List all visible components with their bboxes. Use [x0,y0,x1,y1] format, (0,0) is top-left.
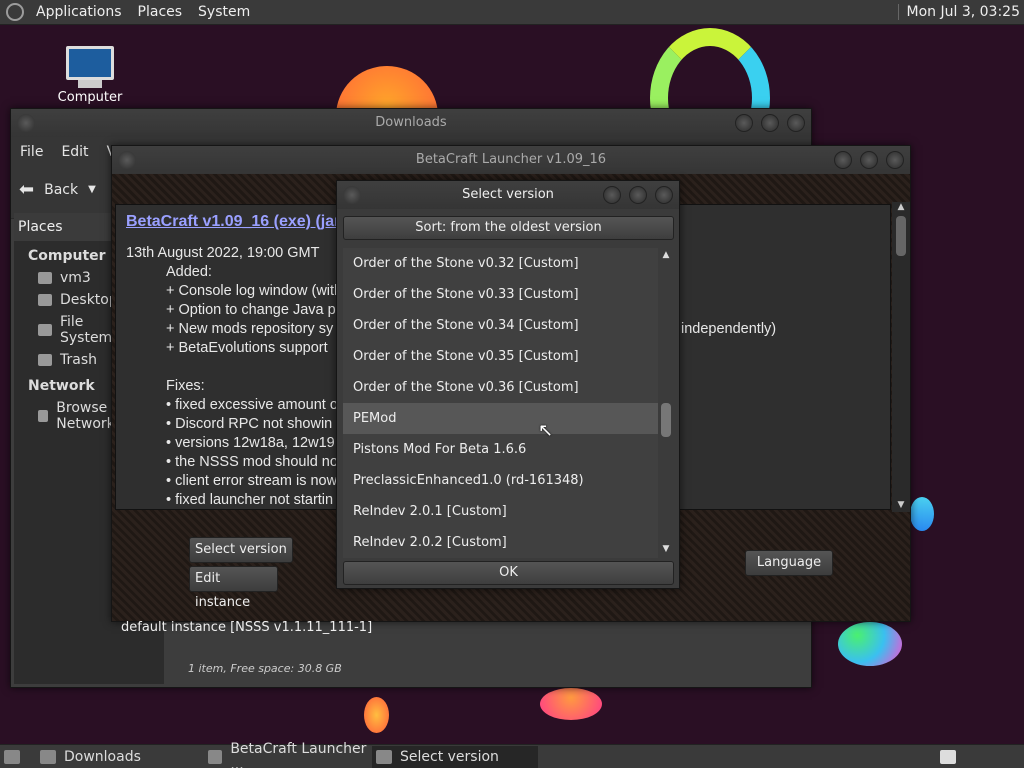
back-arrow-icon: ⬅ [19,179,35,200]
changelog-line: + Console log window (with [166,283,343,299]
menu-edit[interactable]: Edit [52,144,97,160]
network-icon [38,410,49,422]
list-item[interactable]: Order of the Stone v0.35 [Custom] [343,341,658,372]
window-title: BetaCraft Launcher v1.09_16 [415,152,607,167]
list-item[interactable]: ReIndev 2.0.1 [Custom] [343,496,658,527]
changelog-line: • versions 12w18a, 12w19 [166,435,335,451]
menu-system[interactable]: System [190,4,258,20]
maximize-button[interactable] [860,151,878,169]
list-item[interactable]: PreclassicEnhanced1.0 (rd-161348) [343,465,658,496]
chevron-down-icon[interactable]: ▼ [88,184,96,195]
taskbar: Downloads BetaCraft Launcher ... Select … [0,741,1024,768]
menu-applications[interactable]: Applications [28,4,130,20]
sort-button[interactable]: Sort: from the oldest version [343,216,674,240]
changelog-line: • Discord RPC not showin [166,416,333,432]
scroll-up-icon[interactable]: ▲ [658,250,674,262]
distro-logo-icon[interactable] [6,3,24,21]
show-desktop-icon [4,750,20,764]
changelog-date: 13th August 2022, 19:00 GMT [126,245,320,261]
instance-label: default instance [NSSS v1.1.11_111-1] [121,620,373,635]
desktop-small-blob [364,697,389,733]
scroll-up-icon[interactable]: ▲ [892,202,910,214]
ok-button[interactable]: OK [343,561,674,585]
changelog-line: • the NSSS mod should no [166,454,338,470]
taskbar-item-select-version[interactable]: Select version [372,746,538,768]
back-button[interactable]: ⬅ Back ▼ [19,179,96,200]
window-title: Downloads [375,115,447,130]
edit-instance-button[interactable]: Edit instance [189,566,278,610]
select-version-button[interactable]: Select version [189,537,293,563]
show-desktop-button[interactable] [0,746,28,768]
changelog-line: • fixed launcher not startin [166,492,334,508]
window-menu-icon[interactable] [17,114,35,132]
close-button[interactable] [787,114,805,132]
dialog-title: Select version [462,187,554,202]
list-item[interactable]: Order of the Stone v0.33 [Custom] [343,279,658,310]
changelog-line: • fixed excessive amount o [166,397,338,413]
desktop-icon-label: Computer [57,90,123,105]
taskbar-item-downloads[interactable]: Downloads [36,746,200,768]
window-menu-icon[interactable] [343,186,361,204]
changelog-partial-text: independently) [681,321,777,337]
trash-icon [38,354,52,366]
scroll-down-icon[interactable]: ▼ [892,500,910,512]
home-folder-icon [38,272,52,284]
close-button[interactable] [655,186,673,204]
list-item-selected[interactable]: PEMod [343,403,658,434]
folder-icon [40,750,56,764]
window-menu-icon[interactable] [118,151,136,169]
menu-file[interactable]: File [11,144,52,160]
close-button[interactable] [886,151,904,169]
changelog-line: + New mods repository sy [166,321,334,337]
version-list: Order of the Stone v0.32 [Custom] Order … [343,248,658,558]
desktop-folder-icon [38,294,52,306]
taskbar-item-betacraft[interactable]: BetaCraft Launcher ... [204,741,368,768]
mouse-cursor-icon: ↖ [538,420,554,441]
desktop-pink-blob [540,688,602,720]
menu-places[interactable]: Places [130,4,191,20]
select-version-titlebar[interactable]: Select version [337,181,679,209]
changelog-line: Fixes: [166,378,205,394]
desktop-icon-computer[interactable]: Computer [55,46,125,105]
workspace-icon [940,750,956,764]
status-bar: 1 item, Free space: 30.8 GB [188,662,342,675]
workspace-switcher[interactable] [936,746,958,768]
betacraft-icon [208,750,223,764]
changelog-line: + BetaEvolutions support [166,340,328,356]
top-panel: Applications Places System Mon Jul 3, 03… [0,0,1024,25]
select-version-body: Sort: from the oldest version Order of t… [337,209,679,588]
scrollbar-thumb[interactable] [661,403,671,437]
maximize-button[interactable] [629,186,647,204]
scrollbar-thumb[interactable] [896,216,906,256]
changelog-line: Added: [166,264,212,280]
desktop-green-blob [838,622,902,666]
back-label: Back [44,181,79,198]
changelog-line: + Option to change Java p [166,302,336,318]
version-list-scrollbar[interactable]: ▲ ▼ [658,248,674,558]
computer-icon [66,46,114,80]
clock[interactable]: Mon Jul 3, 03:25 [897,4,1020,20]
minimize-button[interactable] [834,151,852,169]
betacraft-titlebar[interactable]: BetaCraft Launcher v1.09_16 [112,146,910,174]
minimize-button[interactable] [735,114,753,132]
minimize-button[interactable] [603,186,621,204]
downloads-titlebar[interactable]: Downloads [11,109,811,137]
list-item[interactable]: Order of the Stone v0.32 [Custom] [343,248,658,279]
list-item[interactable]: Order of the Stone v0.36 [Custom] [343,372,658,403]
select-version-dialog: Select version Sort: from the oldest ver… [336,180,680,589]
changelog-line: • client error stream is now [166,473,338,489]
language-button[interactable]: Language [745,550,833,576]
list-item[interactable]: ReIndev 2.0.2 [Custom] [343,527,658,558]
betacraft-icon [376,750,392,764]
desktop-blue-blob [910,497,934,531]
drive-icon [38,324,52,336]
changelog-scrollbar[interactable]: ▲ ▼ [892,202,910,512]
scroll-down-icon[interactable]: ▼ [658,544,674,556]
changelog-heading-link[interactable]: BetaCraft v1.09_16 (exe) (jar) [126,213,346,231]
maximize-button[interactable] [761,114,779,132]
list-item[interactable]: Pistons Mod For Beta 1.6.6 [343,434,658,465]
list-item[interactable]: Order of the Stone v0.34 [Custom] [343,310,658,341]
